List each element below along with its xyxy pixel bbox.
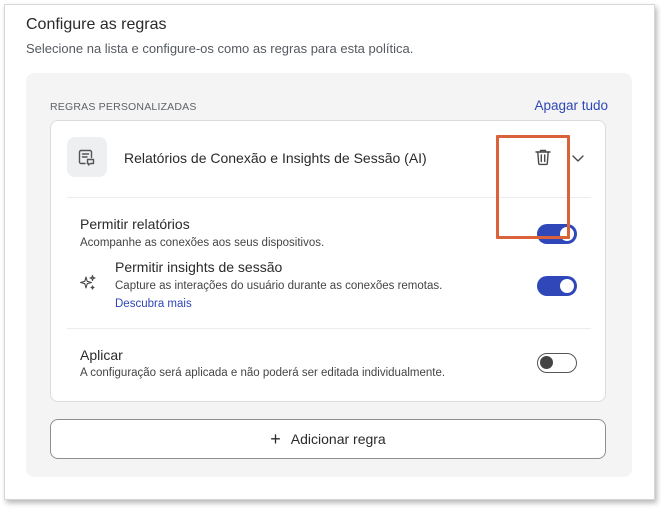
rule-title: Relatórios de Conexão e Insights de Sess…: [124, 150, 427, 166]
sparkle-icon: [79, 274, 96, 290]
learn-more-link[interactable]: Descubra mais: [115, 298, 192, 310]
add-rule-button[interactable]: + Adicionar regra: [50, 419, 606, 459]
toggle-knob: [540, 356, 553, 369]
rules-dialog: Configure as regras Selecione na lista e…: [4, 4, 655, 500]
allow-reports-description: Acompanhe as conexões aos seus dispositi…: [80, 237, 325, 249]
apply-title: Aplicar: [80, 347, 123, 363]
add-rule-label: Adicionar regra: [290, 431, 386, 447]
page-title: Configure as regras: [26, 16, 167, 33]
apply-description: A configuração será aplicada e não poder…: [80, 367, 446, 379]
apply-toggle[interactable]: [537, 353, 577, 373]
report-icon: [67, 137, 107, 177]
allow-session-insights-description: Capture as interações do usuário durante…: [115, 280, 443, 292]
divider: [67, 328, 591, 329]
allow-session-insights-toggle[interactable]: [537, 276, 577, 296]
toggle-knob: [560, 279, 574, 293]
section-label: REGRAS PERSONALIZADAS: [50, 101, 197, 113]
clear-all-link[interactable]: Apagar tudo: [534, 98, 608, 113]
highlight-box: [496, 135, 570, 239]
chevron-down-icon[interactable]: [569, 149, 587, 167]
rules-panel: REGRAS PERSONALIZADAS Apagar tudo Relató…: [26, 73, 632, 477]
plus-icon: +: [270, 429, 281, 449]
allow-reports-title: Permitir relatórios: [80, 216, 190, 232]
page-subtitle: Selecione na lista e configure-os como a…: [26, 41, 414, 56]
allow-session-insights-title: Permitir insights de sessão: [115, 259, 283, 275]
